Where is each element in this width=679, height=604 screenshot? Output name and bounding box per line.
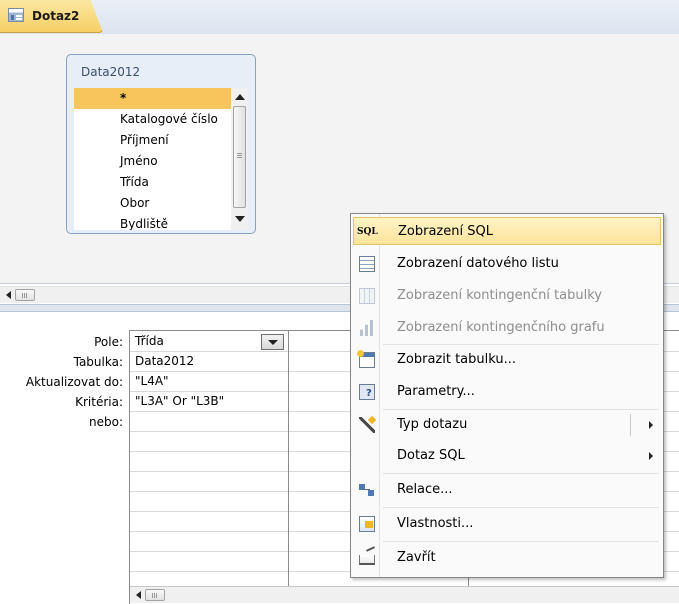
grid-hscrollbar[interactable] bbox=[130, 586, 679, 603]
field-item[interactable]: Příjmení bbox=[74, 130, 233, 151]
menu-item-label: Zobrazení datového listu bbox=[397, 256, 559, 271]
scroll-left-icon[interactable] bbox=[6, 291, 11, 299]
pivot-table-icon bbox=[359, 288, 375, 304]
row-label-criteria: Kritéria: bbox=[75, 395, 123, 409]
datasheet-icon bbox=[359, 256, 375, 272]
menu-item-label: Zavřít bbox=[397, 550, 436, 565]
table-field-list-window[interactable]: Data2012 * Katalogové číslo Příjmení Jmé… bbox=[66, 54, 256, 234]
show-table-icon bbox=[357, 350, 375, 368]
menu-item-label: Dotaz SQL bbox=[397, 448, 465, 463]
row-label-field: Pole: bbox=[94, 335, 123, 349]
menu-item-label: Zobrazení kontingenční tabulky bbox=[397, 288, 602, 303]
field-list[interactable]: * Katalogové číslo Příjmení Jméno Třída … bbox=[74, 88, 233, 230]
context-menu: SQL Zobrazení SQL Zobrazení datového lis… bbox=[350, 213, 664, 578]
field-item[interactable]: Bydliště bbox=[74, 214, 233, 230]
scroll-thumb[interactable] bbox=[145, 589, 165, 601]
scroll-left-icon[interactable] bbox=[136, 591, 141, 599]
menu-item-properties[interactable]: Vlastnosti... bbox=[353, 510, 661, 538]
menu-item-close[interactable]: Zavřít bbox=[353, 544, 661, 572]
submenu-arrow-icon bbox=[649, 421, 653, 429]
menu-item-datasheet-view[interactable]: Zobrazení datového listu bbox=[353, 250, 661, 278]
submenu-arrow-icon bbox=[649, 452, 653, 460]
menu-item-pivot-table-view: Zobrazení kontingenční tabulky bbox=[353, 282, 661, 310]
query-tab[interactable]: Dotaz2 bbox=[0, 0, 103, 33]
menu-item-query-type[interactable]: Typ dotazu bbox=[353, 411, 661, 439]
document-tab-bar: Dotaz2 bbox=[0, 0, 679, 34]
menu-item-label: Relace... bbox=[397, 482, 453, 497]
grid-cell-criteria[interactable]: "L3A" Or "L3B" bbox=[135, 391, 224, 411]
scroll-up-icon[interactable] bbox=[235, 94, 245, 100]
menu-item-label: Zobrazení SQL bbox=[398, 224, 493, 239]
menu-item-sql-query[interactable]: Dotaz SQL bbox=[353, 442, 661, 470]
properties-icon bbox=[359, 516, 375, 532]
query-tab-label: Dotaz2 bbox=[32, 9, 80, 23]
scroll-thumb[interactable] bbox=[15, 289, 35, 301]
menu-item-label: Vlastnosti... bbox=[397, 516, 474, 531]
sql-icon: SQL bbox=[357, 227, 378, 237]
menu-item-label: Zobrazení kontingenčního grafu bbox=[397, 320, 605, 335]
menu-item-show-table[interactable]: Zobrazit tabulku... bbox=[353, 346, 661, 374]
scroll-thumb[interactable] bbox=[233, 106, 246, 208]
field-item-all[interactable]: * bbox=[74, 88, 233, 109]
close-icon bbox=[359, 555, 375, 565]
grid-cell-table[interactable]: Data2012 bbox=[135, 351, 194, 371]
query-type-icon bbox=[359, 417, 375, 433]
table-title[interactable]: Data2012 bbox=[81, 65, 140, 79]
grid-cell-field[interactable]: Třída bbox=[135, 331, 164, 351]
field-item[interactable]: Obor bbox=[74, 193, 233, 214]
menu-item-label: Parametry... bbox=[397, 384, 475, 399]
field-dropdown-button[interactable] bbox=[261, 334, 284, 350]
field-item[interactable]: Třída bbox=[74, 172, 233, 193]
menu-item-label: Zobrazit tabulku... bbox=[397, 352, 517, 367]
menu-item-sql-view[interactable]: SQL Zobrazení SQL bbox=[353, 217, 661, 245]
menu-item-relationships[interactable]: Relace... bbox=[353, 476, 661, 504]
scroll-down-icon[interactable] bbox=[235, 216, 245, 222]
parameters-icon bbox=[359, 384, 375, 400]
menu-item-parameters[interactable]: Parametry... bbox=[353, 378, 661, 406]
row-label-or: nebo: bbox=[89, 415, 123, 429]
row-label-table: Tabulka: bbox=[73, 355, 123, 369]
pivot-chart-icon bbox=[359, 320, 374, 336]
grid-cell-update-to[interactable]: "L4A" bbox=[135, 371, 169, 391]
field-list-scrollbar[interactable] bbox=[231, 88, 248, 230]
field-item[interactable]: Katalogové číslo bbox=[74, 109, 233, 130]
menu-item-pivot-chart-view: Zobrazení kontingenčního grafu bbox=[353, 314, 661, 342]
row-label-update-to: Aktualizovat do: bbox=[25, 375, 123, 389]
menu-item-label: Typ dotazu bbox=[397, 417, 468, 432]
relationships-icon bbox=[359, 482, 375, 498]
field-item[interactable]: Jméno bbox=[74, 151, 233, 172]
query-icon bbox=[8, 8, 24, 22]
